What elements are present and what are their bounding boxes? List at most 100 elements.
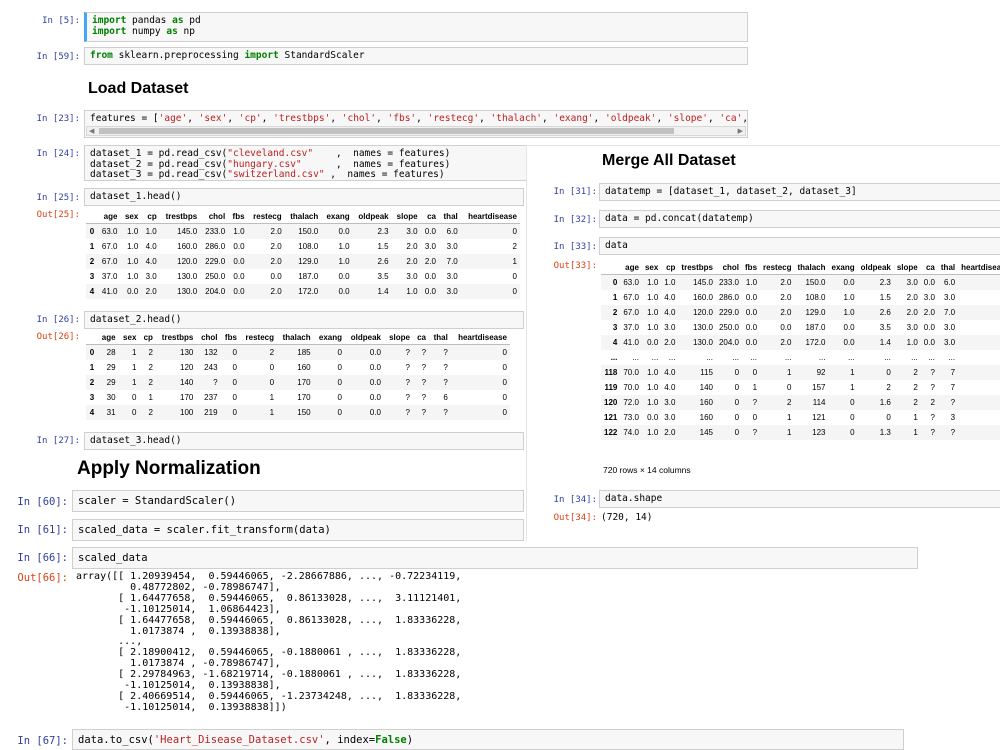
table-cell: 1 bbox=[760, 365, 795, 380]
table-cell: 0 bbox=[850, 413, 855, 422]
code-cell-head-2[interactable]: dataset_2.head() bbox=[84, 311, 524, 329]
code-cell-scaled-data[interactable]: scaled_data bbox=[72, 547, 918, 569]
code-token: dataset_1 = pd.read_csv( bbox=[90, 148, 228, 159]
table-cell: ? bbox=[421, 363, 427, 372]
table-cell: 2 bbox=[148, 363, 153, 372]
table-cell: 2.3 bbox=[352, 223, 392, 239]
table-cell: 63.0 bbox=[620, 274, 642, 290]
code-cell-fit-transform[interactable]: scaled_data = scaler.fit_transform(data) bbox=[72, 519, 524, 541]
table-cell: 1 bbox=[787, 413, 792, 422]
code-cell-head-1[interactable]: dataset_1.head() bbox=[84, 188, 524, 206]
code-cell-datatemp[interactable]: datatemp = [dataset_1, dataset_2, datase… bbox=[599, 183, 1000, 201]
table-cell: 0 bbox=[502, 393, 507, 402]
string-token: 'age' bbox=[158, 113, 188, 124]
column-header: restecg bbox=[247, 210, 285, 224]
row-index: 119 bbox=[604, 383, 618, 392]
table-cell: 3.0 bbox=[664, 413, 676, 422]
table-cell: 2 bbox=[139, 375, 156, 390]
code-token: , bbox=[656, 113, 668, 124]
table-cell: 1.4 bbox=[857, 335, 894, 350]
row-index: 2 bbox=[86, 375, 98, 390]
column-header: ca bbox=[920, 261, 938, 275]
table-cell: 0.0 bbox=[228, 284, 248, 299]
table-cell: 4.0 bbox=[664, 293, 676, 302]
table-cell: 145 bbox=[678, 425, 716, 440]
table-cell: 115 bbox=[678, 365, 716, 380]
code-cell-concat[interactable]: data = pd.concat(datatemp) bbox=[599, 210, 1000, 228]
table-cell: 0 bbox=[828, 425, 858, 440]
code-token: np bbox=[177, 25, 195, 37]
table-cell: 0 bbox=[232, 363, 237, 372]
column-header: restecg bbox=[760, 261, 795, 275]
column-header: trestbps bbox=[155, 331, 197, 345]
table-cell: 0 bbox=[857, 365, 894, 380]
table-cell: 3.0 bbox=[438, 284, 461, 299]
table-cell: 286.0 bbox=[205, 242, 226, 251]
table-row: 2 29 1 2 140? 0 0 170 0 0.0??? 0 bbox=[86, 375, 510, 390]
code-token: , bbox=[187, 113, 199, 124]
table-cell: 0.0 bbox=[420, 223, 439, 239]
code-cell-to-csv[interactable]: data.to_csv('Heart_Disease_Dataset.csv',… bbox=[72, 729, 904, 750]
table-cell: 187.0 bbox=[298, 272, 319, 281]
scroll-right-icon[interactable]: ▶ bbox=[738, 127, 743, 135]
index-header bbox=[86, 331, 98, 345]
table-cell: 2 bbox=[958, 290, 1000, 305]
cell-prompt: In [34]: bbox=[553, 495, 597, 505]
table-cell: 6.0 bbox=[438, 223, 461, 239]
keyword-token: from bbox=[90, 50, 113, 61]
horizontal-scrollbar[interactable]: ◀ ▶ bbox=[86, 126, 746, 136]
table-cell: 1.0 bbox=[641, 305, 662, 320]
code-token: , bbox=[330, 113, 342, 124]
panel-scaled-output: In [66]: scaled_data Out[66]: array([[ 1… bbox=[0, 545, 920, 750]
table-cell: 2.0 bbox=[760, 335, 795, 350]
table-cell: 63.0 bbox=[97, 223, 121, 239]
table-cell: 0 bbox=[742, 365, 761, 380]
table-cell: 150.0 bbox=[284, 223, 322, 239]
code-cell-sklearn-import[interactable]: from sklearn.preprocessing import Standa… bbox=[84, 47, 748, 65]
table-cell: 41.0 bbox=[97, 284, 121, 299]
code-token: , bbox=[416, 113, 428, 124]
table-row: 3 37.0 1.0 3.0 130.0 250.0 0.0 0.0 187.0 0.0 3.5 3.… bbox=[601, 320, 1000, 335]
table-cell: 3.5 bbox=[879, 323, 891, 332]
code-cell-imports[interactable]: import pandas as pd import numpy as np bbox=[84, 12, 748, 42]
column-header: chol bbox=[715, 261, 743, 275]
string-token: 'Heart_Disease_Dataset.csv' bbox=[153, 734, 325, 746]
code-cell-shape[interactable]: data.shape bbox=[599, 490, 1000, 508]
table-cell: 0 bbox=[220, 405, 240, 420]
string-token: 'trestbps' bbox=[273, 113, 331, 124]
table-cell: 2.0 bbox=[247, 223, 285, 239]
out-prompt: Out[33]: bbox=[553, 261, 597, 271]
table-row: 1 29 1 2 120 243 0 0 160 0 0.0??? 0 bbox=[86, 360, 510, 375]
code-cell-scaler[interactable]: scaler = StandardScaler() bbox=[72, 490, 524, 512]
table-cell: 243 bbox=[204, 363, 218, 372]
row-index: 2 bbox=[601, 305, 621, 320]
table-row: 1 67.0 1.0 4.0 160.0 286.0 0.0 2.0 108.0 1.0 1.5 2.… bbox=[86, 239, 520, 254]
table-cell: 250.0 bbox=[718, 323, 740, 332]
table-row: ........................................… bbox=[601, 350, 1000, 365]
row-index: 118 bbox=[601, 365, 621, 380]
table-cell: 160.0 bbox=[692, 293, 713, 302]
table-cell: 92 bbox=[794, 365, 829, 380]
out-prompt: Out[34]: bbox=[553, 513, 597, 523]
code-cell-data[interactable]: data bbox=[599, 237, 1000, 255]
column-header: exang bbox=[313, 331, 345, 345]
code-token: , bbox=[593, 113, 605, 124]
table-cell: 0 bbox=[958, 335, 1000, 350]
table-cell: 1.0 bbox=[647, 293, 659, 302]
table-cell: 37.0 bbox=[101, 272, 118, 281]
scroll-left-icon[interactable]: ◀ bbox=[89, 127, 94, 135]
table-cell: 3.0 bbox=[145, 272, 157, 281]
code-token: numpy bbox=[126, 25, 167, 37]
code-cell-head-3[interactable]: dataset_3.head() bbox=[84, 432, 524, 450]
table-row: 1 67.0 1.0 4.0 160.0 286.0 0.0 2.0 108.0 1.0 1.5 2.… bbox=[601, 290, 1000, 305]
table-header-row: age sex cp trestbps chol fbs restecg thalach exa… bbox=[86, 331, 510, 345]
table-cell: 0 bbox=[958, 320, 1000, 335]
string-token: 'fbs' bbox=[387, 113, 417, 124]
table-cell: 2 bbox=[893, 365, 921, 380]
scrollbar-thumb[interactable] bbox=[99, 128, 674, 134]
table-cell: 0.0 bbox=[233, 272, 245, 281]
cell-prompt: In [24]: bbox=[36, 149, 80, 159]
table-cell: 129.0 bbox=[794, 305, 829, 320]
table-cell: 160 bbox=[678, 395, 716, 410]
table-cell: ? bbox=[405, 363, 410, 372]
